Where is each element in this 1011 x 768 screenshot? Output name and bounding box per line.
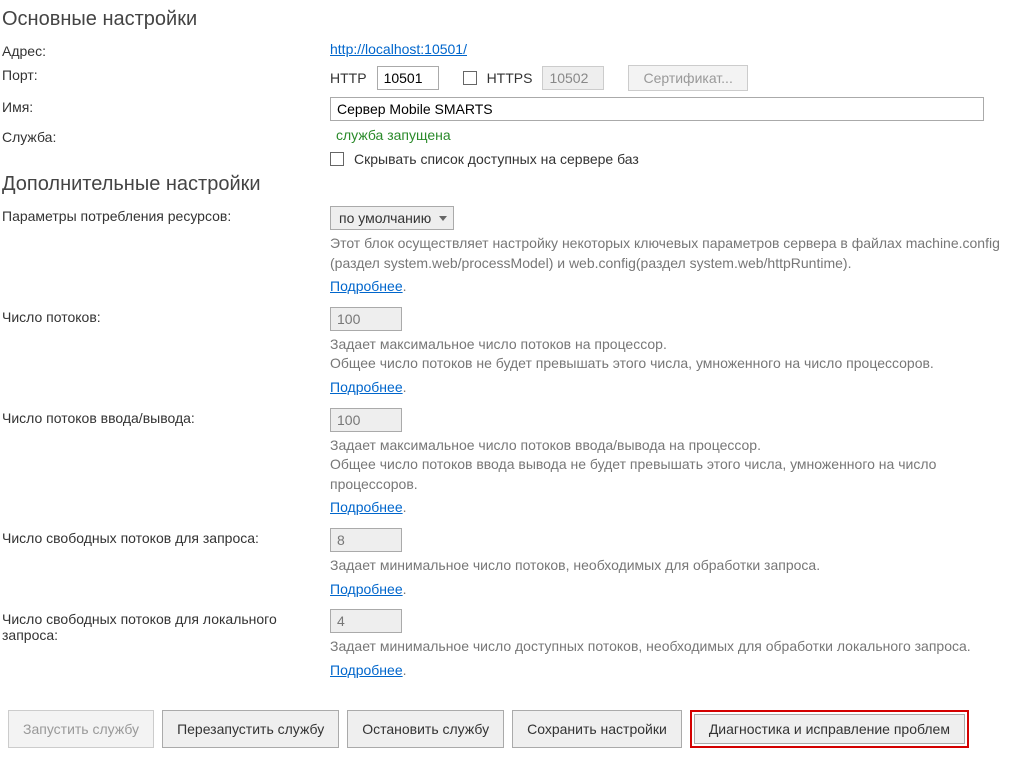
free-local-more-link[interactable]: Подробнее — [330, 662, 403, 678]
label-io-threads: Число потоков ввода/вывода: — [2, 408, 330, 426]
https-port-input[interactable] — [542, 66, 604, 90]
restart-service-button[interactable]: Перезапустить службу — [162, 710, 339, 748]
https-label: HTTPS — [487, 70, 533, 86]
io-threads-input[interactable] — [330, 408, 402, 432]
https-checkbox[interactable] — [463, 71, 477, 85]
http-port-input[interactable] — [377, 66, 439, 90]
resources-select[interactable]: по умолчанию — [330, 206, 454, 230]
diagnostics-button[interactable]: Диагностика и исправление проблем — [694, 714, 965, 744]
resources-more-link[interactable]: Подробнее — [330, 278, 403, 294]
threads-desc: Задает максимальное число потоков на про… — [330, 335, 1009, 374]
stop-service-button[interactable]: Остановить службу — [347, 710, 504, 748]
server-name-input[interactable] — [330, 97, 984, 121]
label-threads: Число потоков: — [2, 307, 330, 325]
address-link[interactable]: http://localhost:10501/ — [330, 41, 467, 57]
footer-buttons: Запустить службу Перезапустить службу Ос… — [2, 710, 1009, 748]
label-resources: Параметры потребления ресурсов: — [2, 206, 330, 224]
http-label: HTTP — [330, 70, 367, 86]
heading-extra: Дополнительные настройки — [2, 173, 1009, 196]
diag-highlight: Диагностика и исправление проблем — [690, 710, 969, 748]
certificate-button[interactable]: Сертификат... — [628, 65, 747, 91]
io-threads-more-link[interactable]: Подробнее — [330, 499, 403, 515]
service-status: служба запущена — [336, 127, 451, 143]
threads-input[interactable] — [330, 307, 402, 331]
hide-bases-checkbox[interactable] — [330, 152, 344, 166]
save-settings-button[interactable]: Сохранить настройки — [512, 710, 682, 748]
label-name: Имя: — [2, 97, 330, 115]
resources-desc: Этот блок осуществляет настройку некотор… — [330, 234, 1009, 273]
label-port: Порт: — [2, 65, 330, 83]
threads-more-link[interactable]: Подробнее — [330, 379, 403, 395]
hide-bases-label: Скрывать список доступных на сервере баз — [354, 151, 639, 167]
free-req-more-link[interactable]: Подробнее — [330, 581, 403, 597]
label-address: Адрес: — [2, 41, 330, 59]
free-local-input[interactable] — [330, 609, 402, 633]
io-threads-desc: Задает максимальное число потоков ввода/… — [330, 436, 1009, 495]
free-req-input[interactable] — [330, 528, 402, 552]
label-service: Служба: — [2, 127, 330, 145]
heading-main: Основные настройки — [2, 8, 1009, 31]
free-local-desc: Задает минимальное число доступных поток… — [330, 637, 1009, 657]
start-service-button[interactable]: Запустить службу — [8, 710, 154, 748]
free-req-desc: Задает минимальное число потоков, необхо… — [330, 556, 1009, 576]
label-free-req: Число свободных потоков для запроса: — [2, 528, 330, 546]
label-free-local: Число свободных потоков для локального з… — [2, 609, 330, 643]
